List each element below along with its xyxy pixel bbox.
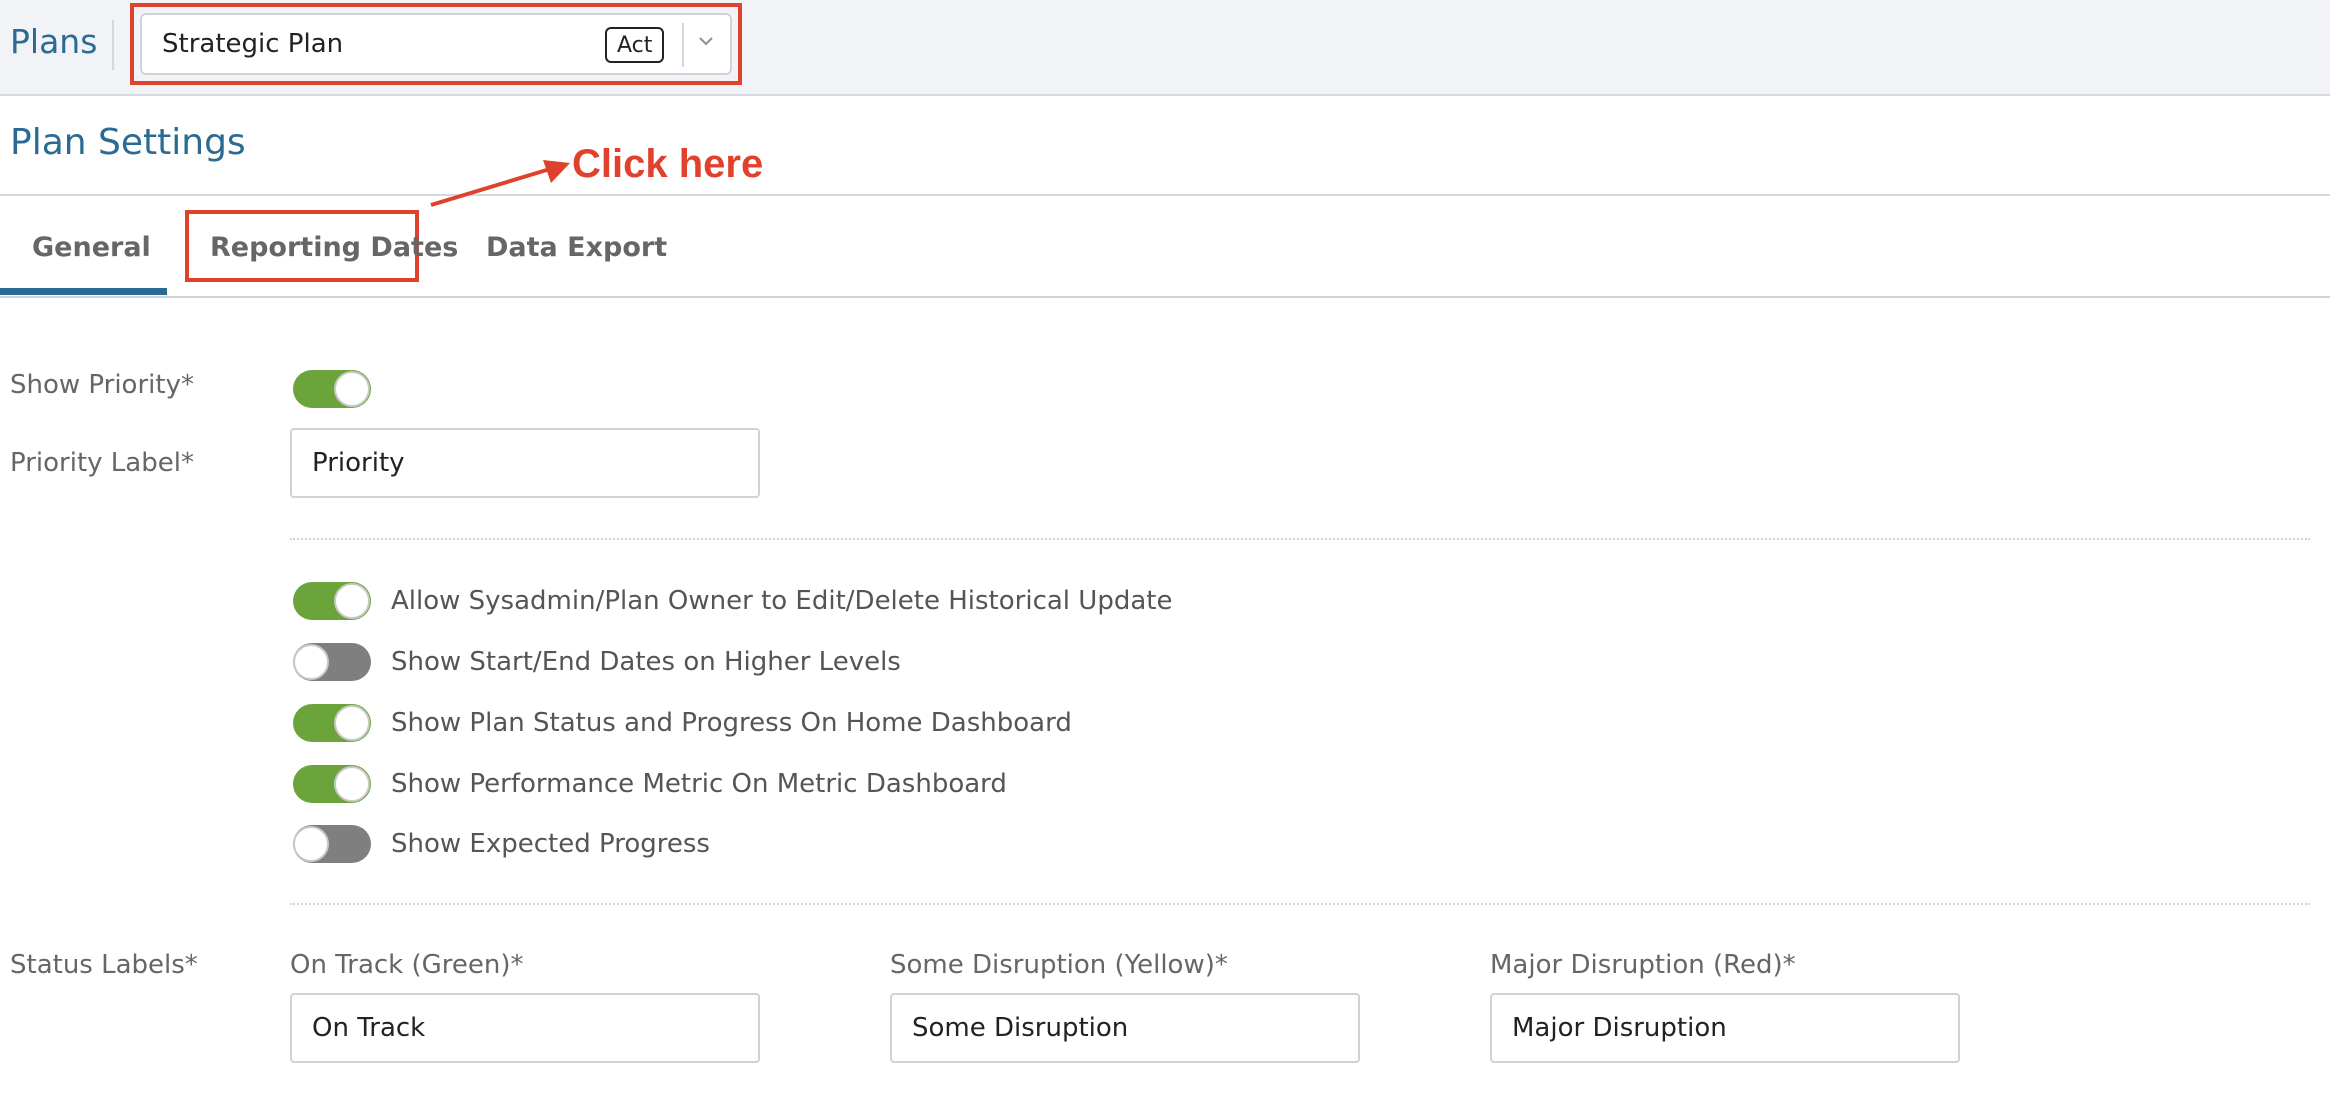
annotation-text: Click here bbox=[572, 142, 764, 186]
tab-general[interactable]: General bbox=[32, 232, 151, 263]
toggle-start-end-dates-label: Show Start/End Dates on Higher Levels bbox=[391, 647, 901, 677]
top-bar: Plans Strategic Plan Act bbox=[0, 0, 2330, 96]
settings-tabs: General Reporting Dates Data Export bbox=[0, 196, 2330, 296]
select-divider bbox=[682, 23, 684, 67]
tab-data-export[interactable]: Data Export bbox=[486, 232, 667, 263]
toggle-metric-dashboard-label: Show Performance Metric On Metric Dashbo… bbox=[391, 769, 1007, 799]
active-tab-indicator bbox=[0, 288, 167, 295]
section-divider bbox=[290, 538, 2310, 540]
on-track-label: On Track (Green)* bbox=[290, 950, 524, 980]
priority-label-label: Priority Label* bbox=[10, 448, 194, 478]
tabs-divider bbox=[0, 296, 2330, 298]
major-disruption-input[interactable] bbox=[1490, 993, 1960, 1063]
status-labels-label: Status Labels* bbox=[10, 950, 198, 980]
toggle-allow-edit-historical[interactable] bbox=[293, 582, 371, 620]
toggle-knob bbox=[334, 705, 370, 741]
toggle-knob bbox=[334, 371, 370, 407]
major-disruption-label: Major Disruption (Red)* bbox=[1490, 950, 1796, 980]
some-disruption-label: Some Disruption (Yellow)* bbox=[890, 950, 1228, 980]
topbar-divider bbox=[112, 20, 114, 70]
some-disruption-input[interactable] bbox=[890, 993, 1360, 1063]
plan-select-value: Strategic Plan bbox=[162, 29, 344, 59]
toggle-knob bbox=[293, 826, 329, 862]
priority-label-input[interactable] bbox=[290, 428, 760, 498]
plans-link[interactable]: Plans bbox=[10, 22, 97, 61]
page-title: Plan Settings bbox=[10, 122, 246, 163]
toggle-home-dashboard-label: Show Plan Status and Progress On Home Da… bbox=[391, 708, 1072, 738]
toggle-expected-progress[interactable] bbox=[293, 825, 371, 863]
toggle-expected-progress-label: Show Expected Progress bbox=[391, 829, 710, 859]
plan-select[interactable]: Strategic Plan Act bbox=[140, 13, 732, 75]
toggle-home-dashboard[interactable] bbox=[293, 704, 371, 742]
show-priority-label: Show Priority* bbox=[10, 370, 194, 400]
tab-reporting-dates[interactable]: Reporting Dates bbox=[210, 232, 458, 263]
toggle-metric-dashboard[interactable] bbox=[293, 765, 371, 803]
chevron-down-icon[interactable] bbox=[698, 33, 714, 49]
section-divider bbox=[290, 903, 2310, 905]
plan-select-highlight: Strategic Plan Act bbox=[130, 3, 742, 85]
show-priority-toggle[interactable] bbox=[293, 370, 371, 408]
toggle-start-end-dates[interactable] bbox=[293, 643, 371, 681]
toggle-knob bbox=[293, 644, 329, 680]
toggle-allow-edit-historical-label: Allow Sysadmin/Plan Owner to Edit/Delete… bbox=[391, 586, 1173, 616]
toggle-knob bbox=[334, 583, 370, 619]
act-badge: Act bbox=[605, 27, 665, 63]
toggle-knob bbox=[334, 766, 370, 802]
on-track-input[interactable] bbox=[290, 993, 760, 1063]
